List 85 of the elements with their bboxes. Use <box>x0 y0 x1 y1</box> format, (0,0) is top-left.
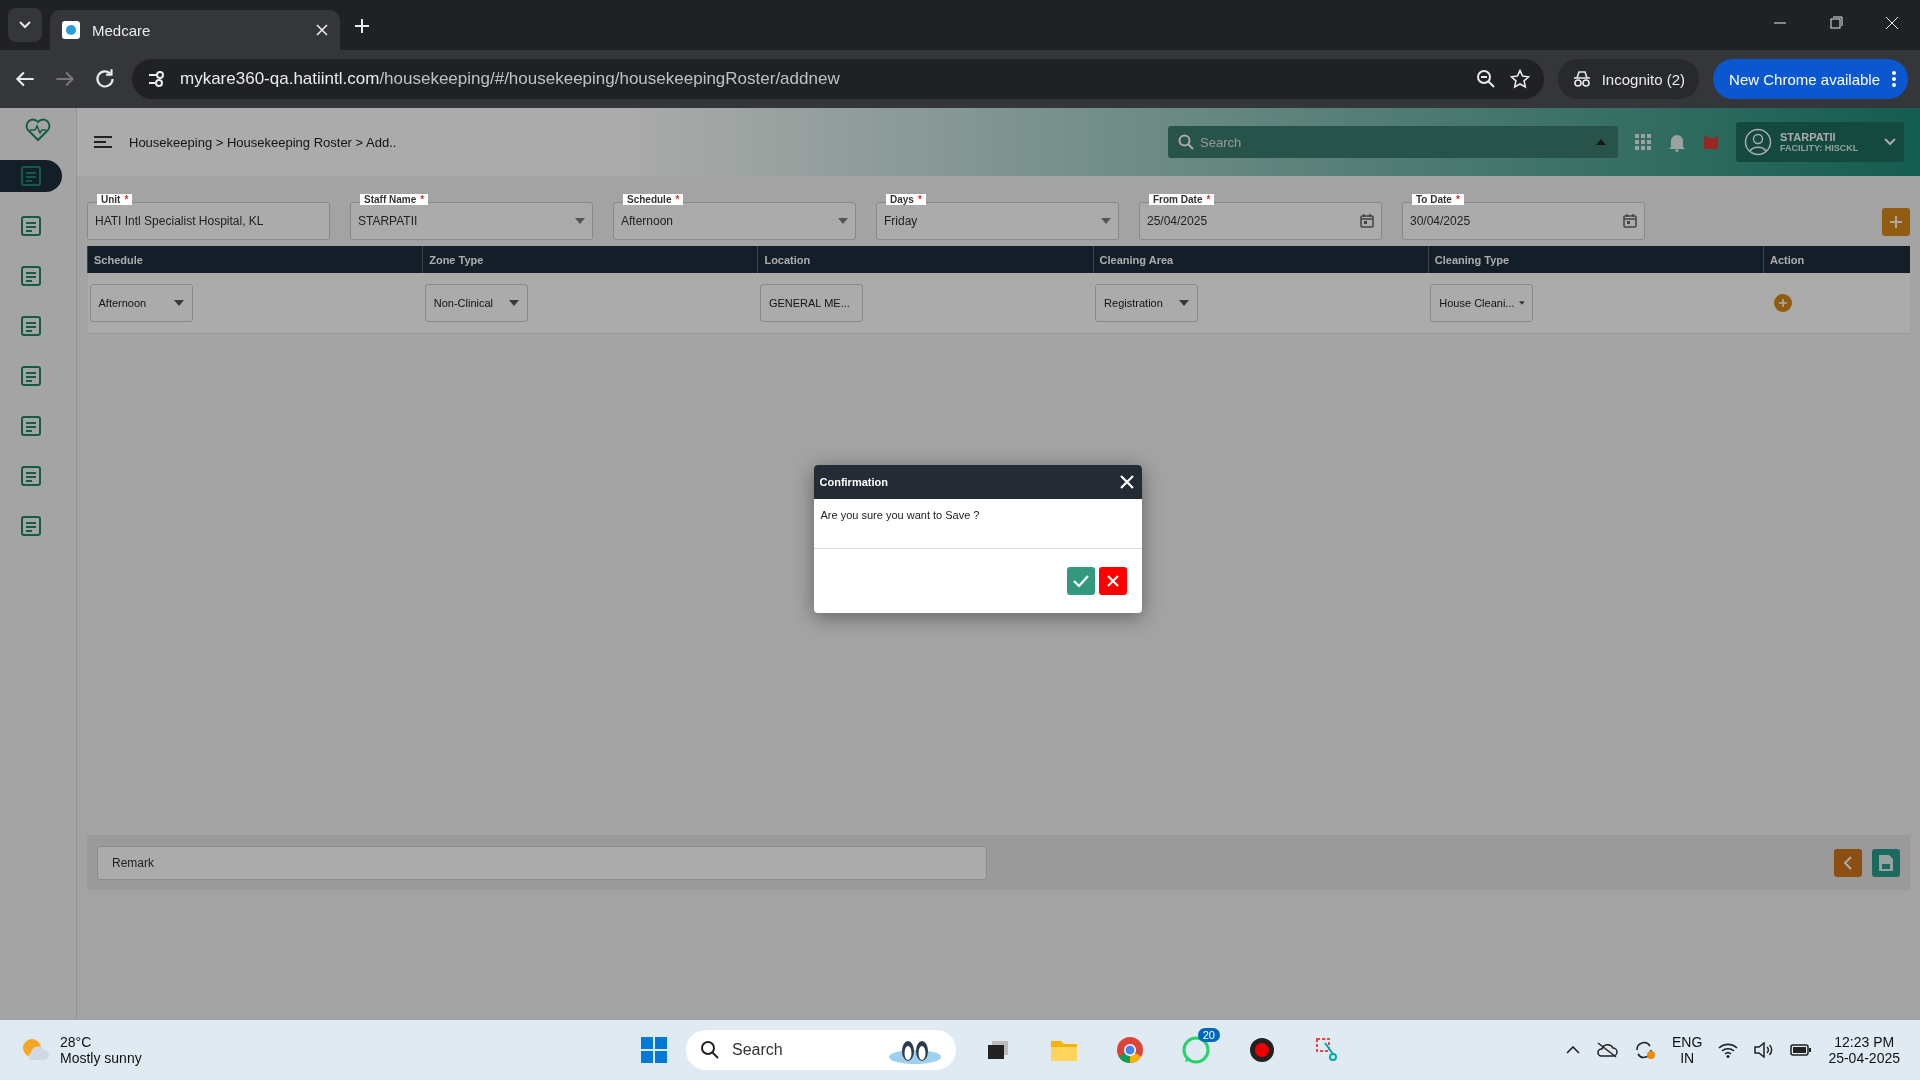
check-icon <box>1072 575 1089 587</box>
dropdown-field[interactable]: Afternoon <box>89 284 193 322</box>
clock[interactable]: 12:23 PM 25-04-2025 <box>1828 1034 1900 1066</box>
close-button[interactable] <box>1117 473 1136 491</box>
chevron-left-icon <box>1843 855 1853 870</box>
weather-label: Mostly sunny <box>60 1050 142 1066</box>
sync-icon[interactable] <box>1634 1040 1657 1060</box>
dropdown-field[interactable]: Staff Name * STARPATII <box>350 194 593 240</box>
close-icon <box>1119 475 1134 489</box>
date-field[interactable]: From Date * 25/04/2025 <box>1139 194 1382 240</box>
dropdown-field[interactable]: Registration <box>1095 284 1199 322</box>
dropdown-field[interactable]: GENERAL ME... <box>759 284 863 322</box>
cancel-button[interactable] <box>1098 567 1127 595</box>
column-header: Cleaning Area <box>1093 246 1429 273</box>
add-row-button[interactable] <box>1773 294 1792 312</box>
add-button[interactable] <box>1882 208 1910 236</box>
caret-icon <box>1179 300 1190 306</box>
user-menu[interactable]: STARPATII FACILITY: HISCKL <box>1736 122 1904 162</box>
search-field[interactable]: Search <box>1168 126 1618 158</box>
plus-icon <box>1889 215 1903 229</box>
dropdown-field[interactable]: Non-Clinical <box>424 284 528 322</box>
confirm-button[interactable] <box>1066 567 1095 595</box>
search-icon <box>700 1040 720 1060</box>
dialog-message: Are you sure you want to Save ? <box>820 509 980 521</box>
site-icon <box>62 21 80 39</box>
taskbar-search[interactable]: Search <box>686 1030 956 1070</box>
star-icon[interactable] <box>1509 69 1530 89</box>
caret-icon <box>838 218 848 224</box>
menu-icon[interactable] <box>93 135 113 149</box>
url-text: mykare360-qa.hatiintl.com/housekeeping/#/housekeeping/housekeepingRoster/addnew <box>180 69 841 89</box>
column-header: Cleaning Type <box>1428 246 1764 273</box>
input-field[interactable]: Unit * HATI Intl Specialist Hospital, KL <box>87 194 330 240</box>
column-header: Zone Type <box>422 246 758 273</box>
caret-icon <box>575 218 585 224</box>
dialog-title: Confirmation <box>819 476 888 488</box>
breadcrumb: Housekeeping > Housekeeping Roster > Add.. <box>129 134 398 150</box>
browser-tab[interactable]: Medcare <box>50 10 340 50</box>
wifi-icon[interactable] <box>1718 1042 1739 1058</box>
update-button[interactable]: New Chrome available <box>1713 59 1908 99</box>
address-bar[interactable]: mykare360-qa.hatiintl.com/housekeeping/#/housekeeping/housekeepingRoster/addnew <box>132 59 1544 99</box>
date-field[interactable]: To Date * 30/04/2025 <box>1402 194 1645 240</box>
search-icon <box>1178 134 1194 150</box>
notification-badge: 20 <box>1197 1028 1220 1042</box>
back-button[interactable] <box>1834 848 1862 877</box>
chevron-down-icon <box>19 21 31 29</box>
close-icon <box>1106 575 1119 587</box>
dropdown-field[interactable]: Days * Friday <box>876 194 1119 240</box>
bell-icon[interactable] <box>1668 132 1686 152</box>
tab-search-button[interactable] <box>8 8 42 42</box>
language-indicator[interactable]: ENG IN <box>1672 1034 1703 1066</box>
windows-start-icon[interactable] <box>640 1036 668 1064</box>
save-button[interactable] <box>1872 848 1900 877</box>
heart-logo-icon <box>25 118 51 142</box>
caret-icon <box>1101 218 1111 224</box>
dropdown-field[interactable]: House Cleani... <box>1430 284 1534 322</box>
floppy-icon <box>1878 853 1894 872</box>
chevron-down-icon <box>1884 138 1896 146</box>
battery-icon[interactable] <box>1790 1043 1813 1057</box>
chevron-up-icon[interactable] <box>1566 1046 1581 1054</box>
remark-field[interactable]: Remark <box>97 845 987 880</box>
taskbar-app-button[interactable]: 20 <box>1172 1028 1220 1072</box>
plus-icon <box>1777 298 1788 308</box>
zoom-icon[interactable] <box>1475 69 1496 89</box>
site-settings-icon[interactable] <box>146 69 166 89</box>
caret-icon <box>173 300 184 306</box>
facility-label: FACILITY: HISCKL <box>1780 143 1860 153</box>
caret-icon <box>1596 139 1606 145</box>
plus-icon <box>354 18 370 34</box>
column-header: Action <box>1763 246 1910 273</box>
sidebar-item[interactable] <box>0 160 62 192</box>
apps-grid-icon[interactable] <box>1634 133 1652 151</box>
temperature-label: 28°C <box>60 1034 93 1050</box>
close-icon[interactable] <box>316 24 328 36</box>
avatar-icon <box>1744 128 1772 156</box>
dropdown-field[interactable]: Schedule * Afternoon <box>613 194 856 240</box>
speaker-icon[interactable] <box>1754 1042 1775 1058</box>
more-icon <box>1892 71 1896 87</box>
user-name: STARPATII <box>1780 131 1837 143</box>
cloud-off-icon[interactable] <box>1596 1042 1619 1058</box>
incognito-indicator[interactable]: Incognito (2) <box>1557 59 1700 99</box>
incognito-icon <box>1571 71 1592 87</box>
column-header: Schedule <box>87 246 423 273</box>
caret-icon <box>1518 300 1525 306</box>
caret-icon <box>508 300 519 306</box>
column-header: Location <box>757 246 1094 273</box>
